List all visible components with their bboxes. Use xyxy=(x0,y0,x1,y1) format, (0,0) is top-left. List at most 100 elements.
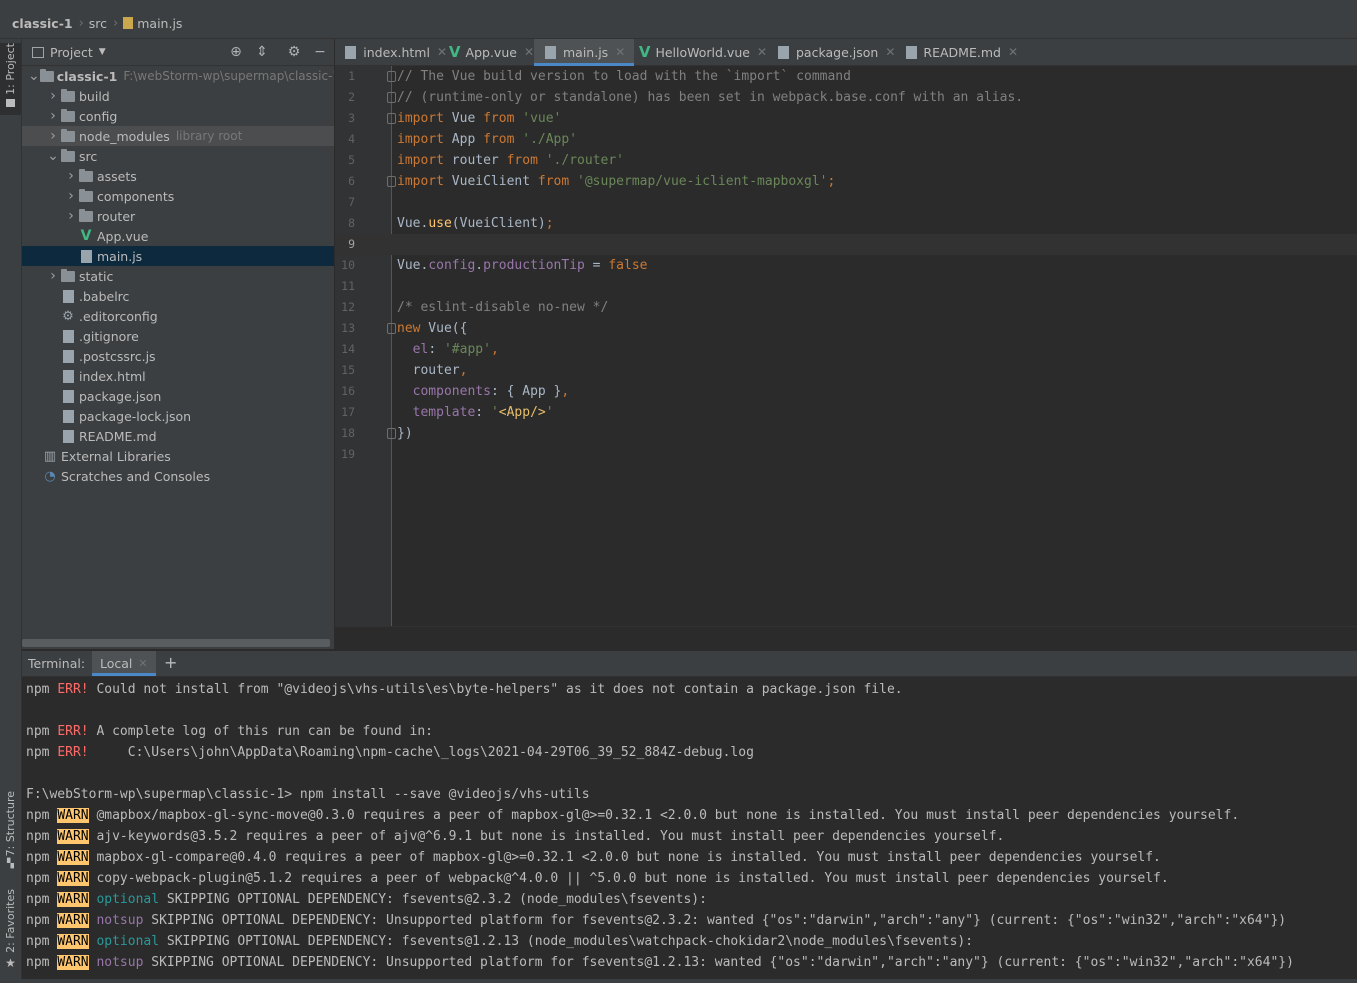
chevron-right-icon: › xyxy=(113,15,119,31)
breadcrumb-src[interactable]: src xyxy=(89,16,107,31)
minimize-icon[interactable]: − xyxy=(311,43,329,61)
close-icon[interactable]: ✕ xyxy=(524,45,534,59)
horizontal-scrollbar[interactable] xyxy=(22,639,330,647)
code-text: Vue.config.productionTip = false xyxy=(397,255,647,276)
tree-item[interactable]: › config xyxy=(22,106,334,126)
line-number: 2 xyxy=(348,90,355,104)
close-icon[interactable]: ✕ xyxy=(1008,45,1018,59)
close-icon[interactable]: ✕ xyxy=(138,657,147,670)
terminal-tab-local[interactable]: Local ✕ xyxy=(92,651,156,676)
tree-item[interactable]: ⌄ src xyxy=(22,146,334,166)
fold-marker-icon[interactable] xyxy=(387,92,396,103)
code-token: = xyxy=(584,258,609,273)
code-editor[interactable]: 1 // The Vue build version to load with t… xyxy=(335,66,1357,626)
tool-window-project[interactable]: 1: Project xyxy=(0,43,21,115)
html-file-icon xyxy=(343,45,359,59)
terminal-output[interactable]: npm ERR! Could not install from "@videoj… xyxy=(22,677,1357,980)
folder-icon xyxy=(78,208,94,223)
locate-icon[interactable]: ⊕ xyxy=(227,43,245,61)
project-panel: Project ▼ ⊕ ⇕ ⚙ − ⌄ classic-1 F:\webStorm-… xyxy=(22,39,334,649)
chevron-down-icon[interactable]: ⌄ xyxy=(46,148,60,164)
chevron-right-icon[interactable]: › xyxy=(64,168,78,184)
chevron-right-icon[interactable]: › xyxy=(46,268,60,284)
terminal-text: notsup xyxy=(96,955,144,970)
terminal-text: npm xyxy=(26,871,58,886)
tree-item[interactable]: › build xyxy=(22,86,334,106)
fold-marker-icon[interactable] xyxy=(387,323,396,334)
editor-tab-helloworld-vue[interactable]: V HelloWorld.vue ✕ xyxy=(634,39,767,65)
breadcrumb-file[interactable]: main.js xyxy=(123,16,182,31)
tree-item[interactable]: › router xyxy=(22,206,334,226)
terminal-line: F:\webStorm-wp\supermap\classic-1> npm i… xyxy=(26,784,590,805)
line-number: 14 xyxy=(341,342,355,356)
code-token: new xyxy=(397,321,421,336)
tree-item[interactable]: › assets xyxy=(22,166,334,186)
folder-icon xyxy=(60,268,76,283)
tree-item[interactable]: .gitignore xyxy=(22,326,334,346)
line-number: 5 xyxy=(348,153,355,167)
code-token: , xyxy=(459,363,468,378)
code-token: App xyxy=(443,132,484,147)
chevron-right-icon[interactable]: › xyxy=(46,108,60,124)
code-token: }) xyxy=(397,426,413,441)
terminal-text: npm xyxy=(26,829,58,844)
close-icon[interactable]: ✕ xyxy=(615,45,625,59)
fold-marker-icon[interactable] xyxy=(387,428,396,439)
terminal-text: mapbox-gl-compare@0.4.0 requires a peer … xyxy=(88,850,1161,865)
terminal-text: npm xyxy=(26,682,58,697)
fold-marker-icon[interactable] xyxy=(387,113,396,124)
code-line: 19 xyxy=(335,444,1357,465)
tree-item[interactable]: › node_modules library root xyxy=(22,126,334,146)
tree-item[interactable]: index.html xyxy=(22,366,334,386)
code-token: router xyxy=(397,363,460,378)
code-text: import VueiClient from '@supermap/vue-ic… xyxy=(397,171,835,192)
code-line: 1 // The Vue build version to load with t… xyxy=(335,66,1357,87)
tree-item[interactable]: ⌄ classic-1 F:\webStorm-wp\supermap\classi… xyxy=(22,66,334,86)
gear-icon[interactable]: ⚙ xyxy=(285,43,303,61)
fold-marker-icon[interactable] xyxy=(387,71,396,82)
code-token: Vue xyxy=(443,111,484,126)
editor-tab-main-js[interactable]: main.js ✕ xyxy=(534,39,634,66)
chevron-right-icon[interactable]: › xyxy=(46,128,60,144)
tree-item[interactable]: ▥ External Libraries xyxy=(22,446,334,466)
tree-item[interactable]: package-lock.json xyxy=(22,406,334,426)
code-token: from xyxy=(483,111,515,126)
chevron-right-icon[interactable]: › xyxy=(64,188,78,204)
chevron-down-icon[interactable]: ▼ xyxy=(99,47,106,57)
tree-item[interactable]: .babelrc xyxy=(22,286,334,306)
collapse-all-icon[interactable]: ⇕ xyxy=(253,43,271,61)
terminal-line: npm ERR! Could not install from "@videoj… xyxy=(26,679,903,700)
editor-tab-app-vue[interactable]: V App.vue ✕ xyxy=(447,39,534,65)
chevron-down-icon[interactable]: ⌄ xyxy=(28,68,40,84)
tree-item[interactable]: ◔ Scratches and Consoles xyxy=(22,466,334,486)
tree-item[interactable]: › static xyxy=(22,266,334,286)
editor-tab-package-json[interactable]: package.json ✕ xyxy=(767,39,898,65)
terminal-text: npm xyxy=(26,745,58,760)
tree-item[interactable]: ⚙ .editorconfig xyxy=(22,306,334,326)
tree-item[interactable]: package.json xyxy=(22,386,334,406)
config-file-icon xyxy=(60,289,76,303)
project-panel-title[interactable]: Project xyxy=(50,45,93,60)
chevron-right-icon[interactable]: › xyxy=(64,208,78,224)
code-text: /* eslint-disable no-new */ xyxy=(397,297,608,318)
terminal-line: npm WARN copy-webpack-plugin@5.1.2 requi… xyxy=(26,868,1169,889)
new-terminal-plus-icon[interactable]: + xyxy=(164,653,177,672)
chevron-right-icon[interactable]: › xyxy=(46,88,60,104)
code-token: ' xyxy=(545,405,554,420)
tree-item[interactable]: V App.vue xyxy=(22,226,334,246)
breadcrumb-project[interactable]: classic-1 xyxy=(12,16,73,31)
code-token: '@supermap/vue-iclient-mapboxgl' xyxy=(577,174,828,189)
close-icon[interactable]: ✕ xyxy=(885,45,895,59)
close-icon[interactable]: ✕ xyxy=(437,45,447,59)
tree-item[interactable]: README.md xyxy=(22,426,334,446)
fold-marker-icon[interactable] xyxy=(387,176,396,187)
tool-window-structure[interactable]: 7: Structure ▚ xyxy=(0,791,21,869)
tree-item[interactable]: main.js xyxy=(22,246,334,266)
editor-tab-readme-md[interactable]: README.md ✕ xyxy=(898,39,1018,65)
tool-window-favorites[interactable]: 2: Favorites ★ xyxy=(0,889,21,970)
close-icon[interactable]: ✕ xyxy=(757,45,767,59)
tree-item[interactable]: › components xyxy=(22,186,334,206)
tree-item[interactable]: .postcssrc.js xyxy=(22,346,334,366)
editor-tab-index-html[interactable]: index.html ✕ xyxy=(335,39,447,65)
code-line: 2 // (runtime-only or standalone) has bee… xyxy=(335,87,1357,108)
